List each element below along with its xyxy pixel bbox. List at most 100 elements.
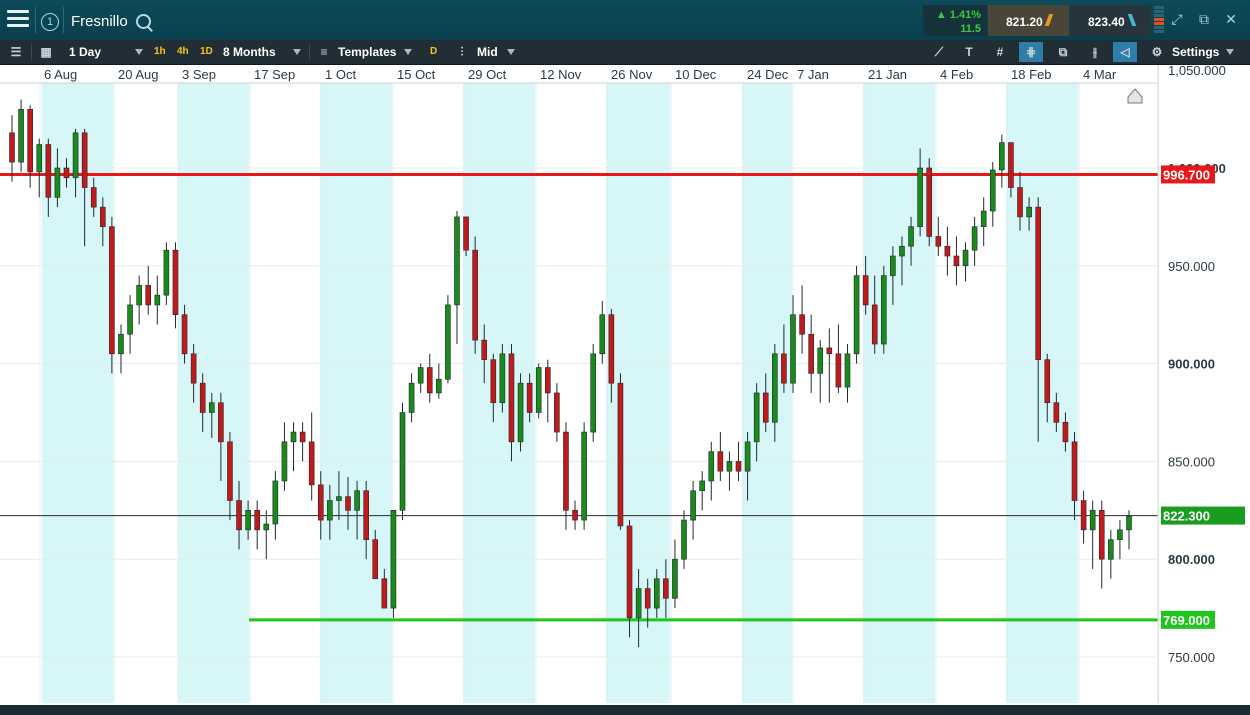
- candle-body: [1080, 500, 1087, 531]
- candle-body: [463, 216, 469, 251]
- candle: [281, 422, 288, 491]
- candle-body: [971, 226, 978, 251]
- search-icon[interactable]: [136, 14, 151, 29]
- candle: [953, 236, 960, 286]
- range-select[interactable]: 8 Months: [223, 40, 276, 64]
- candle-body: [726, 461, 733, 472]
- chart-layout-icon[interactable]: ▦: [39, 45, 53, 59]
- price-chart[interactable]: 6 Aug 20 Aug 3 Sep 17 Sep 1 Oct 15 Oct 29 Oct 1…: [0, 63, 1250, 710]
- date-tick-label: 3 Sep: [182, 67, 216, 82]
- candle-body: [1071, 441, 1078, 501]
- hamburger-menu-icon[interactable]: [7, 10, 29, 30]
- interval-1d-button[interactable]: 1D: [200, 40, 213, 64]
- candle: [254, 500, 260, 550]
- layout-number-badge[interactable]: 1: [41, 13, 59, 31]
- price-tick-label: 750.000: [1168, 650, 1215, 665]
- candle-body: [100, 206, 106, 227]
- candle-body: [254, 509, 260, 531]
- gear-icon[interactable]: ⚙: [1150, 45, 1164, 59]
- interval-1h-button[interactable]: 1h: [154, 40, 166, 64]
- date-tick-label: 4 Feb: [940, 67, 973, 82]
- price-tag-icon[interactable]: ◁: [1113, 42, 1137, 62]
- price-type-icon[interactable]: ⫶: [455, 45, 469, 59]
- weekend-band: [178, 65, 249, 703]
- candle-body: [372, 539, 379, 580]
- candle-body: [508, 353, 515, 443]
- candle-body: [699, 480, 705, 492]
- text-tool-icon[interactable]: T: [962, 45, 976, 59]
- candle: [445, 295, 451, 384]
- templates-icon[interactable]: ≡: [317, 45, 331, 59]
- candle-body: [681, 519, 687, 560]
- candle-type-icon[interactable]: ⫲: [1088, 45, 1102, 59]
- candle-body: [63, 167, 70, 179]
- candle: [817, 340, 824, 403]
- date-tick-label: 18 Feb: [1011, 67, 1051, 82]
- buy-button[interactable]: 823.40: [1070, 5, 1151, 36]
- candle-body: [572, 509, 578, 521]
- change-percent: ▲ 1.41%: [935, 9, 981, 21]
- draw-line-icon[interactable]: ⟋: [932, 45, 946, 59]
- candle: [554, 383, 560, 442]
- duplicate-icon[interactable]: ⧉: [1056, 45, 1070, 59]
- date-tick-label: 21 Jan: [868, 67, 907, 82]
- candle-body: [354, 490, 360, 511]
- grid-icon[interactable]: #: [993, 45, 1007, 59]
- candle-body: [1089, 509, 1096, 531]
- candle: [517, 373, 524, 452]
- expand-icon[interactable]: ⤢: [1170, 12, 1184, 26]
- candle-body: [290, 431, 297, 443]
- candle-body: [172, 249, 179, 315]
- popout-icon[interactable]: ⧉: [1197, 12, 1211, 26]
- price-type-select[interactable]: Mid: [477, 40, 498, 64]
- crosshair-grid-icon[interactable]: ⋕: [1019, 42, 1043, 62]
- candle-body: [36, 144, 43, 173]
- candle: [826, 328, 833, 403]
- list-view-icon[interactable]: ☰: [9, 45, 23, 59]
- candle-body: [163, 249, 170, 296]
- candle: [563, 422, 569, 530]
- candle: [9, 115, 15, 182]
- candle-body: [327, 500, 333, 521]
- toolbar-divider: [31, 44, 32, 60]
- candle: [109, 216, 115, 374]
- candle-body: [590, 353, 597, 433]
- candle: [290, 422, 297, 472]
- candle-body: [154, 294, 161, 306]
- candle-body: [871, 304, 878, 345]
- templates-caret-icon[interactable]: [404, 49, 412, 55]
- candle-body: [227, 441, 233, 501]
- candle: [399, 402, 406, 521]
- price-type-caret-icon[interactable]: [507, 49, 515, 55]
- candle: [708, 441, 715, 501]
- resistance-price-tag: 996.700: [1163, 167, 1210, 182]
- candle-body: [735, 461, 742, 472]
- sell-button[interactable]: 821.20: [988, 5, 1069, 36]
- weekend-band: [742, 65, 792, 703]
- candle-body: [989, 169, 996, 212]
- candlestick-chart[interactable]: 6 Aug 20 Aug 3 Sep 17 Sep 1 Oct 15 Oct 29 Oct 1…: [0, 63, 1250, 710]
- candle-body: [844, 353, 851, 388]
- candle-body: [1062, 421, 1069, 443]
- candle: [472, 236, 478, 354]
- candle-body: [635, 588, 642, 619]
- candle-body: [808, 333, 814, 374]
- candle: [436, 363, 442, 399]
- settings-button[interactable]: Settings: [1172, 40, 1219, 64]
- close-icon[interactable]: ✕: [1224, 12, 1238, 26]
- candle-body: [399, 412, 406, 511]
- templates-select[interactable]: Templates: [338, 40, 396, 64]
- candle-body: [826, 347, 833, 355]
- candle: [118, 324, 124, 374]
- alert-bell-icon: [1127, 88, 1143, 104]
- settings-caret-icon[interactable]: [1226, 49, 1234, 55]
- instrument-name[interactable]: Fresnillo: [71, 13, 128, 30]
- candle: [499, 344, 506, 413]
- interval-select[interactable]: 1 Day: [69, 40, 101, 64]
- candle-body: [899, 245, 905, 257]
- date-tick-label: 29 Oct: [468, 67, 507, 82]
- interval-4h-button[interactable]: 4h: [177, 40, 189, 64]
- interval-caret-icon[interactable]: [135, 49, 143, 55]
- range-caret-icon[interactable]: [293, 49, 301, 55]
- d-badge[interactable]: D: [430, 40, 437, 64]
